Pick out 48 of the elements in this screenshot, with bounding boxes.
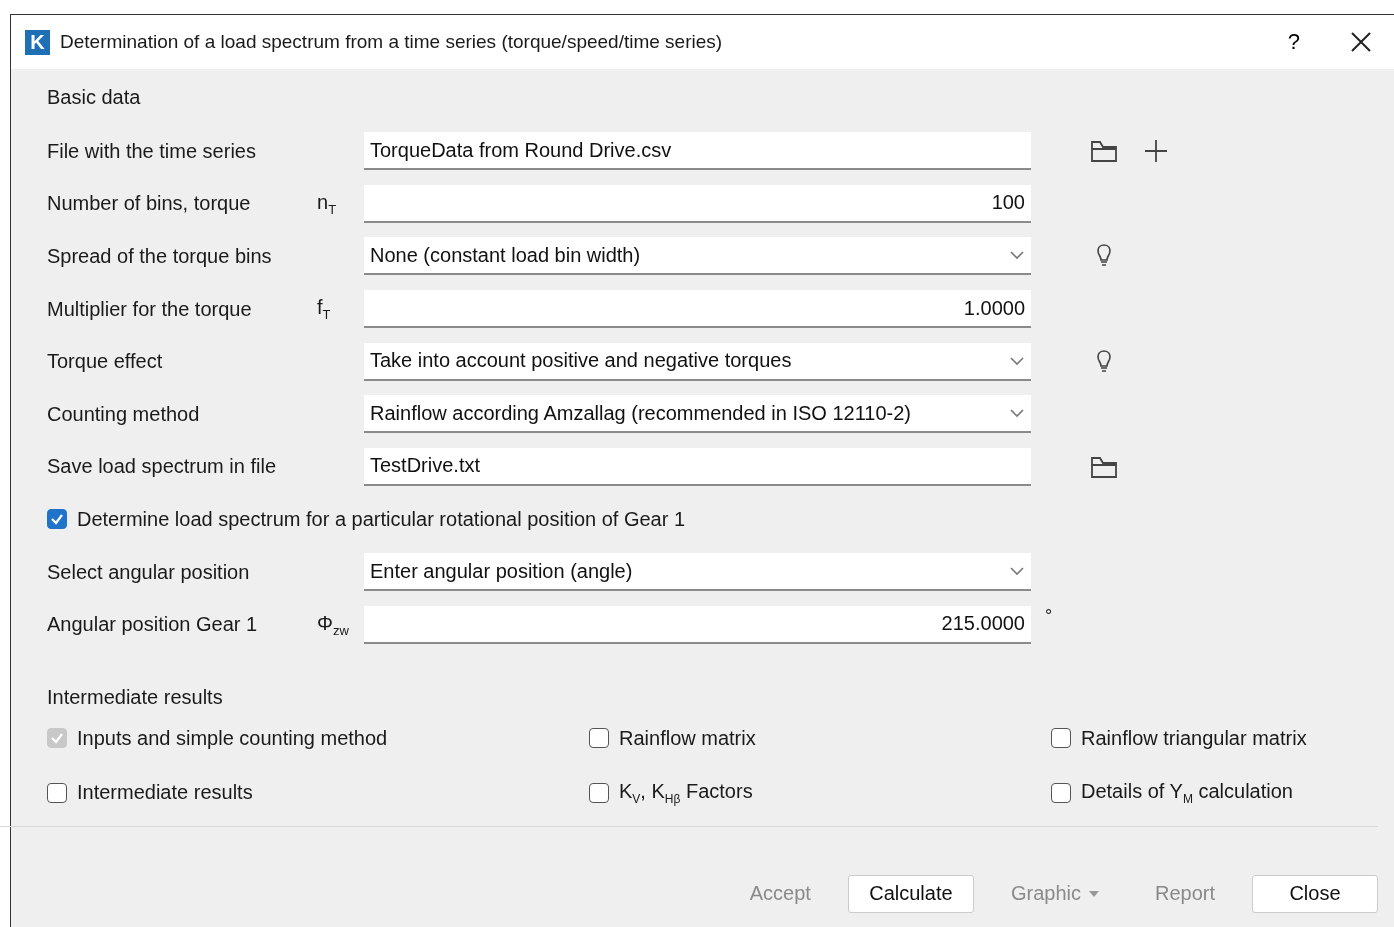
unit-label: ° — [1044, 606, 1054, 628]
input-field[interactable]: TestDrive.txt — [364, 447, 1031, 486]
checkbox-label: Rainflow matrix — [619, 726, 756, 750]
button[interactable]: Close — [1252, 874, 1378, 913]
dropdown[interactable]: Take into account positive and negative torques — [364, 342, 1031, 381]
chevron-icon[interactable] — [1009, 408, 1025, 419]
field-label: Torque effect — [47, 350, 163, 373]
field-label: Angular position Gear 1 — [47, 613, 258, 636]
checkbox-label: Determine load spectrum for a particular rotational position of Gear 1 — [77, 507, 686, 531]
chevron-icon[interactable] — [1009, 250, 1025, 261]
field-label: Save load spectrum in file — [47, 455, 276, 478]
checkbox[interactable] — [47, 509, 67, 530]
close-icon[interactable] — [1350, 31, 1372, 53]
checkbox[interactable] — [1051, 728, 1071, 749]
input-field[interactable]: 215.0000 — [364, 605, 1031, 644]
checkbox-label: Rainflow triangular matrix — [1081, 726, 1307, 750]
checkmark-icon — [50, 512, 64, 527]
dropdown[interactable]: Rainflow according Amzallag (recommended in ISO 12110-2) — [364, 395, 1031, 434]
button[interactable]: Calculate — [847, 874, 974, 913]
checkbox[interactable] — [589, 782, 609, 803]
checkbox-label: Details of Y$_{M}$ calculation — [1081, 779, 1293, 806]
field-label: Number of bins, torque — [47, 192, 251, 215]
symbol-label: Φ$_{zw}$ — [317, 611, 349, 634]
symbol-label: n$_{T}$ — [317, 190, 337, 213]
checkbox-label: Inputs and simple counting method — [77, 726, 388, 750]
input-field[interactable]: TorqueData from Round Drive.csv — [364, 132, 1031, 171]
checkbox-label: K$_{V}$, K$_{Hβ}$ Factors — [619, 779, 753, 806]
input-field[interactable]: 100 — [364, 184, 1031, 223]
symbol-label: f$_{T}$ — [317, 296, 331, 319]
app-logo: K — [25, 29, 50, 55]
checkbox[interactable] — [1051, 782, 1071, 803]
field-label: Select angular position — [47, 560, 250, 583]
field-label: File with the time series — [47, 139, 256, 162]
window-title: Determination of a load spectrum from a time series (torque/speed/time series) — [60, 31, 724, 53]
checkbox[interactable] — [589, 728, 609, 749]
chevron-icon[interactable] — [1009, 566, 1025, 577]
input-field[interactable]: 1.0000 — [364, 290, 1031, 329]
help-button[interactable]: ? — [1287, 29, 1300, 55]
dropdown[interactable]: None (constant load bin width) — [364, 237, 1031, 276]
section-heading: Intermediate results — [47, 684, 224, 710]
section-heading: Basic data — [47, 84, 142, 110]
checkbox[interactable] — [47, 782, 67, 803]
dropdown[interactable]: Enter angular position (angle) — [364, 553, 1031, 592]
field-label: Counting method — [47, 402, 200, 425]
checkbox-label: Intermediate results — [77, 781, 253, 805]
field-label: Multiplier for the torque — [47, 297, 252, 320]
chevron-icon[interactable] — [1009, 355, 1025, 366]
field-label: Spread of the torque bins — [47, 245, 272, 267]
